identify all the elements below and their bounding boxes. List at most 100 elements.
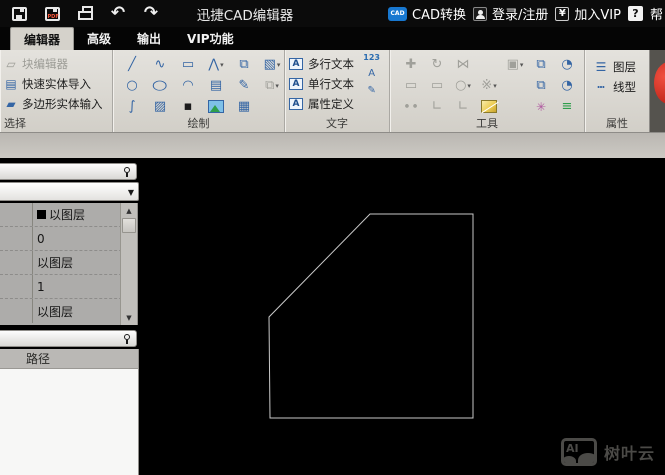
- pin-icon[interactable]: [123, 167, 131, 177]
- insert-image-button[interactable]: [202, 96, 230, 117]
- polygon-input-label: 多边形实体输入: [22, 96, 103, 112]
- mirror-tool-button[interactable]: ⋈: [450, 54, 476, 75]
- layer-button[interactable]: ☰ 图层: [594, 57, 649, 77]
- sketch-icon: ∿: [155, 57, 166, 72]
- layer-dropdown[interactable]: ▼: [0, 182, 139, 201]
- red-tool-button[interactable]: [654, 62, 665, 104]
- numbering-icon[interactable]: 123: [363, 54, 380, 62]
- ellipse-tool-button[interactable]: ○: [146, 75, 174, 96]
- fillet-tool-button[interactable]: ∟: [450, 96, 476, 117]
- cad-convert-button[interactable]: CAD CAD转换: [388, 4, 466, 23]
- pin-icon[interactable]: [123, 334, 131, 344]
- xref-tool-button[interactable]: ⧉▾: [258, 75, 286, 96]
- layers-icon: ☰: [594, 61, 608, 73]
- table-row[interactable]: 0: [0, 227, 137, 251]
- scale-tool-button[interactable]: ▣▾: [502, 54, 528, 75]
- scroll-thumb[interactable]: [122, 218, 136, 233]
- ribbon: ▱ 块编辑器 ▤ 快速实体导入 ▰ 多边形实体输入 选择 ╱ ∿ ▭ ⋀▾: [0, 50, 665, 132]
- linetype-button[interactable]: ┅ 线型: [594, 77, 649, 97]
- polyline-tool-button[interactable]: ⋀▾: [202, 54, 230, 75]
- vertical-scrollbar[interactable]: ▲ ▼: [120, 203, 137, 325]
- paste-objects-button[interactable]: ⧉: [528, 75, 554, 96]
- rectangle-tool-button[interactable]: ▭: [174, 54, 202, 75]
- zoom-tool-button[interactable]: ○▾: [450, 75, 476, 96]
- layer-manager-button[interactable]: ≡: [554, 96, 580, 117]
- arc-tool-button[interactable]: ◠: [174, 75, 202, 96]
- tab-output[interactable]: 输出: [124, 27, 174, 50]
- app-title: 迅捷CAD编辑器: [165, 4, 325, 24]
- undo-button[interactable]: ↶: [107, 4, 129, 24]
- person-icon: [473, 7, 487, 21]
- scroll-down-button[interactable]: ▼: [121, 311, 137, 324]
- hatch-tool-button[interactable]: ▨: [146, 96, 174, 117]
- circle-tool-button[interactable]: ○: [118, 75, 146, 96]
- group-label-select: 选择: [0, 115, 112, 131]
- edit-text-icon[interactable]: ✎: [367, 86, 375, 96]
- redo-button[interactable]: ↷: [140, 4, 162, 24]
- table-row[interactable]: 以图层: [0, 299, 137, 323]
- drawing-canvas[interactable]: [141, 158, 665, 475]
- block-copy-tool-button[interactable]: ⧉: [230, 54, 258, 75]
- line-tool-button[interactable]: ╱: [118, 54, 146, 75]
- spray-icon: ※: [481, 78, 492, 93]
- path-content-area[interactable]: [0, 369, 139, 475]
- table-row[interactable]: 以图层: [0, 251, 137, 275]
- tab-advanced[interactable]: 高级: [74, 27, 124, 50]
- block-editor-label: 块编辑器: [22, 56, 68, 72]
- table-row[interactable]: 1: [0, 275, 137, 299]
- attribute-definition-button[interactable]: A 属性定义: [289, 94, 389, 114]
- tab-editor[interactable]: 编辑器: [10, 27, 74, 50]
- folder-open-tool-button[interactable]: ▭: [424, 75, 450, 96]
- spline-tool-button[interactable]: ∫: [118, 96, 146, 117]
- block-editor-button[interactable]: ▱ 块编辑器: [2, 54, 112, 74]
- point-tool-button[interactable]: ▪: [174, 96, 202, 117]
- spray-tool-button[interactable]: ※▾: [476, 75, 502, 96]
- save-button[interactable]: [8, 4, 30, 24]
- help-button[interactable]: ?: [628, 6, 643, 21]
- chevron-down-icon: ▾: [493, 82, 497, 90]
- quick-entity-import-button[interactable]: ▤ 快速实体导入: [2, 74, 112, 94]
- watermark: AI 树叶云: [561, 438, 655, 466]
- chevron-down-icon: ▾: [467, 82, 471, 90]
- magnifier-icon: ○: [455, 78, 466, 93]
- polygon-entity-input-button[interactable]: ▰ 多边形实体输入: [2, 94, 112, 114]
- chamfer-tool-button[interactable]: [476, 96, 502, 117]
- ai-logo-text: AI: [566, 442, 579, 455]
- print-button[interactable]: [74, 4, 96, 24]
- pencil-tool-button[interactable]: ✎: [230, 75, 258, 96]
- watermark-label: 树叶云: [604, 440, 655, 464]
- copy-objects-button[interactable]: ⧉: [528, 54, 554, 75]
- move-icon: ✚: [406, 57, 417, 72]
- sketch-tool-button[interactable]: ∿: [146, 54, 174, 75]
- join-vip-button[interactable]: ¥ 加入VIP: [555, 4, 621, 23]
- block-editor-icon: ▱: [4, 58, 18, 70]
- copy-objects-icon: ⧉: [536, 57, 545, 72]
- explode-tool-button[interactable]: ✳: [528, 96, 554, 117]
- point-style-button[interactable]: ∙∙: [398, 96, 424, 117]
- text-frame-tool-button[interactable]: ▤: [202, 75, 230, 96]
- history-clock-button[interactable]: ◔: [554, 75, 580, 96]
- folder-tool-button[interactable]: ▭: [398, 75, 424, 96]
- attribute-definition-label: 属性定义: [308, 96, 354, 112]
- xref-icon: ⧉: [265, 78, 274, 93]
- color-swatch: [37, 210, 46, 219]
- block-clock-button[interactable]: ◔: [554, 54, 580, 75]
- scroll-up-button[interactable]: ▲: [121, 204, 137, 217]
- block-copy-icon: ⧉: [239, 57, 248, 72]
- rotate-tool-button[interactable]: ↻: [424, 54, 450, 75]
- table-row[interactable]: 以图层: [0, 203, 137, 227]
- polyline-shape: [269, 214, 473, 418]
- pencil-icon: ✎: [239, 78, 250, 93]
- corner-tool-button[interactable]: ∟: [424, 96, 450, 117]
- polygon-input-icon: ▰: [4, 98, 18, 110]
- spellcheck-icon[interactable]: A: [368, 69, 375, 79]
- save-pdf-button[interactable]: [41, 4, 63, 24]
- login-button[interactable]: 登录/注册: [473, 4, 548, 23]
- move-tool-button[interactable]: ✚: [398, 54, 424, 75]
- group-label-properties: 属性: [585, 115, 649, 131]
- insert-table-button[interactable]: ▦: [230, 96, 258, 117]
- tab-vip-features[interactable]: VIP功能: [174, 27, 247, 50]
- point-icon: ▪: [184, 99, 193, 114]
- stamp-tool-button[interactable]: ▧▾: [258, 54, 286, 75]
- block-clock-icon: ◔: [561, 57, 572, 72]
